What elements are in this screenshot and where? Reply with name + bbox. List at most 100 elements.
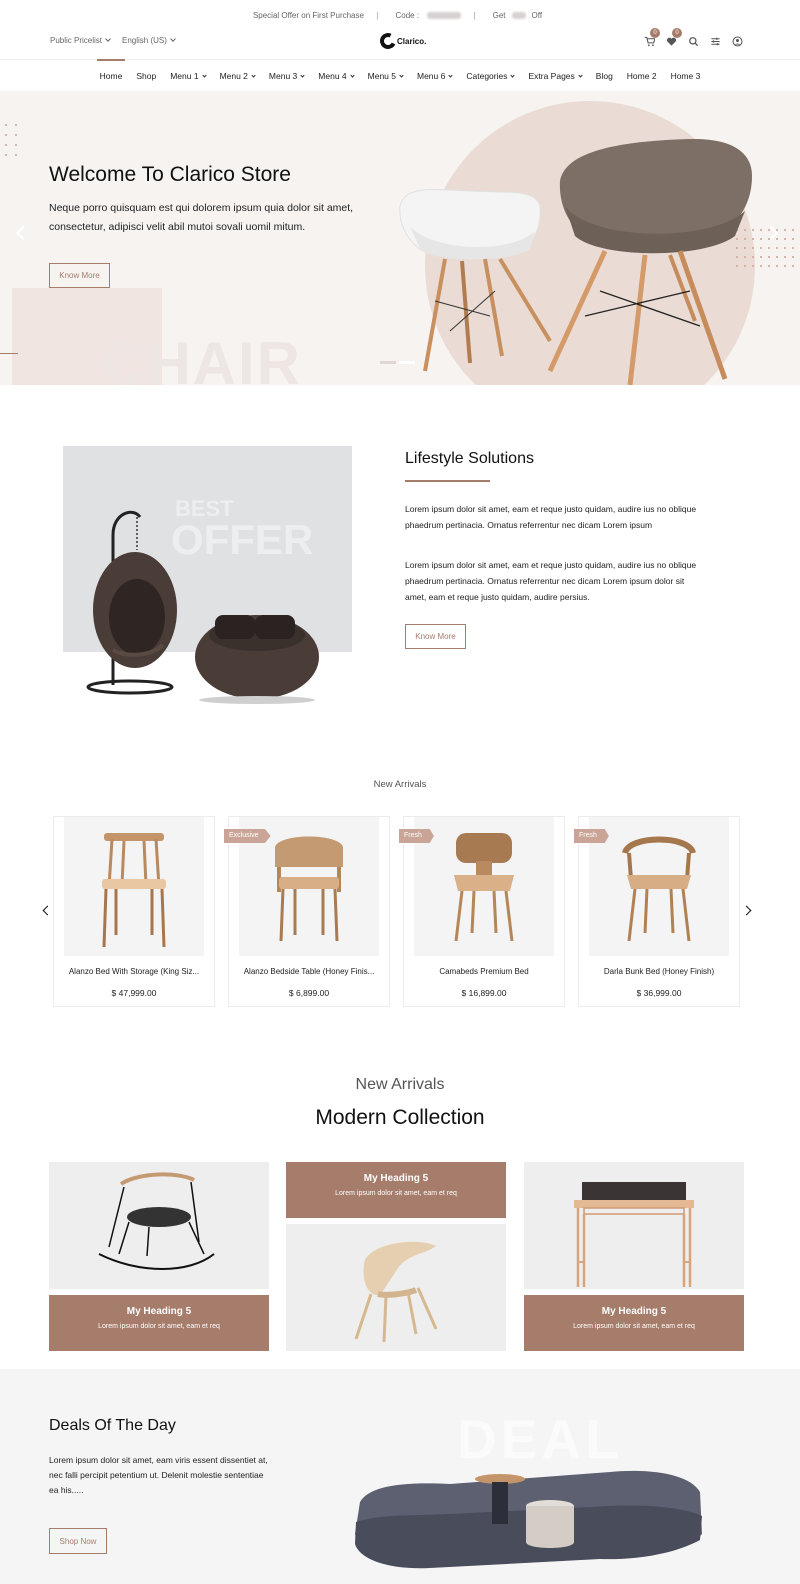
chair-image [622,836,696,942]
chevron-down-icon [350,72,355,78]
promo-code-value [427,12,462,20]
slider-prev-arrow-icon[interactable] [15,225,31,241]
nav-item-home-2[interactable]: Home 2 [620,60,664,92]
carousel-next-icon[interactable] [741,905,752,916]
logo[interactable]: Clarico. [377,30,427,52]
promo-code: Code : [391,11,462,20]
user-icon [732,36,742,46]
collection-tile-heading: My Heading 5 [363,1173,429,1184]
wishlist-count-badge: 0 [672,28,682,38]
deals-title: Deals Of The Day [49,1417,176,1434]
nav-label: Shop [136,70,157,81]
nav-label: Menu 4 [318,70,347,81]
chevron-down-icon [105,36,111,42]
nav-label: Menu 2 [219,70,248,81]
nav-label: Menu 6 [417,70,446,81]
nav-label: Home 3 [670,70,701,81]
chair-image [454,833,514,942]
header-icons: 0 0 [642,28,744,48]
chevron-down-icon [251,72,256,78]
product-name[interactable]: Camabeds Premium Bed [408,967,560,976]
nav-item-menu-2[interactable]: Menu 2 [213,60,262,92]
deals-section: DEAL Deals Of The Day Lorem ipsum dolor … [0,1369,800,1584]
wishlist-button[interactable]: 0 [664,28,682,48]
logo-mark [377,30,399,52]
nav-label: Menu 1 [170,70,199,81]
promo-strip: Special Offer on First Purchase | Code :… [0,11,800,20]
product-card[interactable]: Alanzo Bed With Storage (King Siz... $ 4… [53,816,215,1007]
product-name[interactable]: Darla Bunk Bed (Honey Finish) [583,967,735,976]
bentwood-chair-image[interactable] [286,1224,506,1351]
deals-description: Lorem ipsum dolor sit amet, eam viris es… [49,1455,268,1495]
nav-item-shop[interactable]: Shop [129,60,163,92]
collection-title: Modern Collection [315,1106,485,1129]
hero-dots-left [5,124,17,156]
chevron-down-icon [578,72,583,78]
product-price: $ 16,899.00 [461,988,507,998]
nav-item-home-3[interactable]: Home 3 [664,60,708,92]
collection-tile-2[interactable]: My Heading 5 Lorem ipsum dolor sit amet,… [286,1162,506,1218]
chevron-down-icon [448,72,453,78]
promo-off-label: Off [531,11,543,20]
lifestyle-title: Lifestyle Solutions [405,450,534,467]
main-nav: Home Shop Menu 1 Menu 2 Menu 3 Menu 4 Me… [0,58,800,92]
nav-item-menu-1[interactable]: Menu 1 [163,60,212,92]
hero-description: Neque porro quisquam est qui dolorem ips… [49,202,354,233]
nav-label: Categories [466,70,508,81]
account-button[interactable] [730,34,744,48]
nav-item-menu-3[interactable]: Menu 3 [262,60,311,92]
nav-item-extra-pages[interactable]: Extra Pages [521,60,588,92]
product-image[interactable] [64,817,204,956]
language-select[interactable]: English (US) [122,36,176,45]
hero-know-more-button[interactable]: Know More [49,263,110,288]
promo-offer: Special Offer on First Purchase [252,11,364,20]
collection-tile-3[interactable]: My Heading 5 Lorem ipsum dolor sit amet,… [524,1295,744,1351]
nav-label: Home [99,70,123,81]
chevron-down-icon [201,72,207,78]
product-price: $ 47,999.00 [111,988,157,998]
product-card[interactable]: Exclusive Alanzo Bedside Table (Honey Fi… [224,816,390,1007]
product-tag-exclusive: Exclusive [224,829,271,843]
promo-discount: Get Off [488,11,547,20]
nav-item-blog[interactable]: Blog [589,60,620,92]
collection-tile-1[interactable]: My Heading 5 Lorem ipsum dolor sit amet,… [49,1295,269,1351]
lifestyle-paragraph-2: Lorem ipsum dolor sit amet, eam et reque… [405,560,697,602]
product-card[interactable]: Fresh Darla Bunk Bed (Honey Finish) $ 36… [574,816,740,1007]
search-button[interactable] [686,34,700,48]
slider-pagination [380,361,415,364]
chevron-down-icon [399,72,404,78]
carousel-prev-icon[interactable] [42,905,53,916]
product-name[interactable]: Alanzo Bedside Table (Honey Finis... [233,967,385,976]
nav-item-menu-4[interactable]: Menu 4 [311,60,360,92]
shop-now-button[interactable]: Shop Now [49,1528,107,1554]
lifestyle-title-underline [405,480,490,482]
product-image[interactable] [589,817,729,956]
nav-item-menu-6[interactable]: Menu 6 [410,60,459,92]
nav-label: Blog [595,70,613,81]
slider-dot-active[interactable] [399,361,415,364]
product-name[interactable]: Alanzo Bed With Storage (King Siz... [58,967,210,976]
filter-button[interactable] [708,34,722,48]
product-card[interactable]: Fresh Camabeds Premium Bed $ 16,899.00 [399,816,565,1007]
cart-button[interactable]: 0 [642,28,660,48]
lifestyle-know-more-button[interactable]: Know More [405,624,466,649]
bentwood-chair-illustration [354,1241,438,1343]
promo-separator: | [376,11,379,20]
rocking-chair-image[interactable] [49,1162,269,1289]
cart-count-badge: 0 [650,28,660,38]
nav-item-categories[interactable]: Categories [459,60,521,92]
chevron-down-icon [300,72,305,78]
collection-tile-text: Lorem ipsum dolor sit amet, eam et req [573,1323,695,1330]
nav-item-home[interactable]: Home [93,58,130,92]
hero-chairs-image [399,138,752,385]
logo-text: Clarico. [397,36,427,46]
new-arrivals-label: New Arrivals [373,779,427,790]
rocking-chair-illustration [98,1172,215,1270]
nav-item-menu-5[interactable]: Menu 5 [361,60,410,92]
product-image[interactable] [414,817,554,956]
slider-dot[interactable] [380,361,396,364]
desk-image[interactable] [524,1162,744,1289]
pricelist-select[interactable]: Public Pricelist [50,36,111,45]
collection-tile-heading: My Heading 5 [601,1306,667,1317]
sliders-icon [710,37,720,45]
